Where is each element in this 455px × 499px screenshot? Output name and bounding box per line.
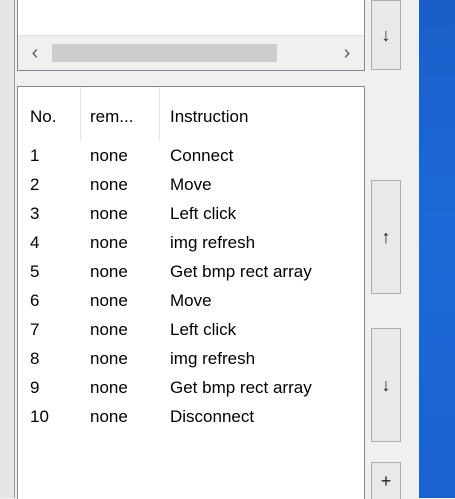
list-item[interactable]: 3 none Left click <box>18 201 364 229</box>
plus-icon: + <box>380 470 392 491</box>
list-item[interactable]: 2 none Move <box>18 172 364 200</box>
row-no: 6 <box>30 291 40 310</box>
arrow-down-icon: ↓ <box>381 374 391 395</box>
row-rem: none <box>90 204 128 223</box>
scroll-thumb[interactable] <box>52 44 277 62</box>
row-no: 9 <box>30 378 40 397</box>
row-rem: none <box>90 320 128 339</box>
row-rem: none <box>90 233 128 252</box>
row-no: 2 <box>30 175 40 194</box>
instruction-list[interactable]: No. rem... Instruction 1 none Connect 2 … <box>17 86 365 499</box>
row-rem: none <box>90 291 128 310</box>
horizontal-scrollbar[interactable]: ‹ › <box>18 35 364 70</box>
column-divider[interactable] <box>80 87 81 141</box>
row-no: 5 <box>30 262 40 281</box>
list-item[interactable]: 6 none Move <box>18 288 364 316</box>
column-header-rem[interactable]: rem... <box>90 107 133 127</box>
scroll-right-arrow-icon[interactable]: › <box>330 36 364 70</box>
arrow-up-icon: ↑ <box>381 226 391 247</box>
top-down-button[interactable]: ↓ <box>371 0 401 70</box>
list-item[interactable]: 7 none Left click <box>18 317 364 345</box>
scroll-left-arrow-icon[interactable]: ‹ <box>18 36 52 70</box>
row-instruction: Disconnect <box>170 407 255 426</box>
row-instruction: Left click <box>170 320 237 339</box>
row-instruction: Left click <box>170 204 237 223</box>
column-header-instruction[interactable]: Instruction <box>170 107 248 127</box>
list-item[interactable]: 4 none img refresh <box>18 230 364 258</box>
list-item[interactable]: 1 none Connect <box>18 143 364 171</box>
row-instruction: Get bmp rect array <box>170 262 312 281</box>
row-no: 10 <box>30 407 49 426</box>
row-rem: none <box>90 262 128 281</box>
row-rem: none <box>90 407 128 426</box>
column-divider[interactable] <box>159 87 160 141</box>
row-rem: none <box>90 349 128 368</box>
row-instruction: img refresh <box>170 349 256 368</box>
row-no: 7 <box>30 320 40 339</box>
row-no: 8 <box>30 349 40 368</box>
list-item[interactable]: 5 none Get bmp rect array <box>18 259 364 287</box>
row-instruction: img refresh <box>170 233 256 252</box>
row-instruction: Connect <box>170 146 234 165</box>
row-rem: none <box>90 175 128 194</box>
row-rem: none <box>90 378 128 397</box>
row-no: 4 <box>30 233 40 252</box>
add-button[interactable]: + <box>371 462 401 499</box>
top-panel: ‹ › <box>17 0 365 71</box>
arrow-down-icon: ↓ <box>381 24 391 45</box>
row-no: 3 <box>30 204 40 223</box>
window-left-frame <box>0 0 15 498</box>
row-instruction: Get bmp rect array <box>170 378 312 397</box>
row-no: 1 <box>30 146 40 165</box>
move-up-button[interactable]: ↑ <box>371 180 401 294</box>
row-instruction: Move <box>170 291 212 310</box>
list-item[interactable]: 9 none Get bmp rect array <box>18 375 364 403</box>
list-item[interactable]: 10 none Disconnect <box>18 404 364 432</box>
list-item[interactable]: 8 none img refresh <box>18 346 364 374</box>
list-header: No. rem... Instruction <box>18 87 364 141</box>
row-instruction: Move <box>170 175 212 194</box>
row-rem: none <box>90 146 128 165</box>
move-down-button[interactable]: ↓ <box>371 328 401 442</box>
column-header-no[interactable]: No. <box>30 107 56 127</box>
desktop-background <box>419 0 455 498</box>
